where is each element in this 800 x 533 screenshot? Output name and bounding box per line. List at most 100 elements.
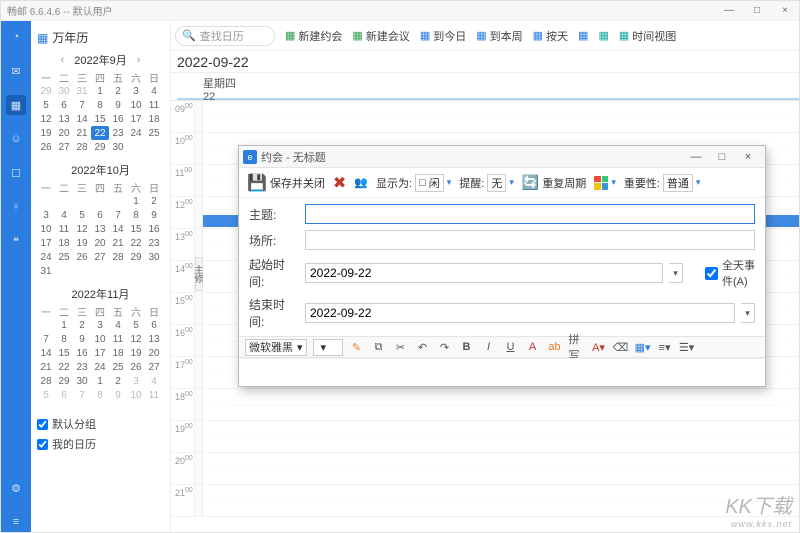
day-cell[interactable]: 26 [127,360,145,374]
day-cell[interactable]: 6 [55,388,73,402]
save-close-button[interactable]: 💾保存并关闭 [247,173,325,193]
list-icon[interactable]: ☰▾ [679,339,695,355]
day-cell[interactable]: 11 [109,332,127,346]
fontcolor2-icon[interactable]: A▾ [591,339,607,355]
day-cell[interactable]: 11 [55,222,73,236]
day-cell[interactable]: 14 [109,222,127,236]
day-cell[interactable]: 21 [73,126,91,140]
view-opt1-button[interactable]: ▦ [578,29,588,42]
day-cell[interactable]: 4 [109,318,127,332]
day-cell[interactable]: 24 [127,126,145,140]
day-cell[interactable]: 1 [91,374,109,388]
day-cell[interactable]: 29 [91,140,109,154]
day-cell[interactable]: 24 [91,360,109,374]
day-cell[interactable]: 9 [73,332,91,346]
quote-icon[interactable]: ❝ [6,231,26,251]
copy-icon[interactable]: ⧉ [371,339,387,355]
search-input[interactable]: 🔍 查找日历 [175,26,275,46]
day-cell[interactable]: 9 [109,388,127,402]
day-cell[interactable]: 22 [127,236,145,250]
day-cell[interactable]: 8 [91,98,109,112]
redo-icon[interactable]: ↷ [437,339,453,355]
day-cell[interactable]: 9 [109,98,127,112]
day-cell[interactable]: 7 [73,98,91,112]
tasks-icon[interactable]: ☐ [6,163,26,183]
day-cell[interactable]: 8 [127,208,145,222]
settings-icon[interactable]: ⚙ [6,478,26,498]
day-cell[interactable]: 20 [91,236,109,250]
italic-icon[interactable]: I [481,339,497,355]
contacts-icon[interactable]: ◔ [6,27,26,47]
undo-icon[interactable]: ↶ [415,339,431,355]
day-cell[interactable]: 11 [145,388,163,402]
day-cell[interactable]: 6 [145,318,163,332]
table-icon[interactable]: ▦▾ [635,339,651,355]
fontsize-select[interactable]: ▾ [313,339,343,356]
day-cell[interactable]: 27 [145,360,163,374]
show-as-select[interactable]: 显示为: □闲 ▾ [376,174,451,192]
format-brush-icon[interactable]: ✎ [349,339,365,355]
day-cell[interactable]: 26 [37,140,55,154]
my-calendar-check[interactable]: 我的日历 [37,436,164,452]
all-day-check[interactable]: 全天事件(A) [705,257,755,289]
day-cell[interactable]: 14 [37,346,55,360]
day-cell[interactable]: 7 [73,388,91,402]
spellcheck-button[interactable]: 拼写 [569,339,585,355]
subject-input[interactable] [305,204,755,224]
day-cell[interactable]: 8 [91,388,109,402]
time-row[interactable]: 1900 [171,421,799,453]
day-cell[interactable]: 3 [127,374,145,388]
day-cell[interactable]: 19 [127,346,145,360]
by-day-button[interactable]: ▦按天 [533,28,568,44]
month-next[interactable]: › [137,54,141,66]
close-button[interactable]: × [771,2,799,20]
day-cell[interactable]: 2 [73,318,91,332]
day-cell[interactable]: 10 [127,388,145,402]
dialog-maximize-button[interactable]: □ [709,147,735,167]
day-cell[interactable]: 25 [55,250,73,264]
place-input[interactable] [305,230,755,250]
day-cell[interactable]: 5 [73,208,91,222]
day-cell[interactable]: 29 [55,374,73,388]
calendar-icon[interactable]: ▦ [6,95,26,115]
repeat-button[interactable]: 🔄重复周期 [522,174,586,191]
day-cell[interactable]: 19 [37,126,55,140]
month-prev[interactable]: ‹ [61,54,65,66]
day-cell[interactable]: 22 [91,126,109,140]
day-cell[interactable]: 26 [73,250,91,264]
cut-icon[interactable]: ✂ [393,339,409,355]
day-cell[interactable]: 12 [127,332,145,346]
day-cell[interactable]: 7 [109,208,127,222]
day-cell[interactable]: 21 [37,360,55,374]
day-cell[interactable]: 3 [37,208,55,222]
day-cell[interactable]: 18 [109,346,127,360]
day-cell[interactable]: 2 [145,194,163,208]
day-cell[interactable]: 13 [91,222,109,236]
time-row[interactable]: 2000 [171,453,799,485]
new-appointment-button[interactable]: ▦新建约会 [285,28,342,44]
highlight-icon[interactable]: ab [547,339,563,355]
day-cell[interactable]: 5 [37,388,55,402]
day-cell[interactable]: 29 [127,250,145,264]
view-opt2-button[interactable]: ▦ [598,29,608,42]
day-cell[interactable]: 17 [37,236,55,250]
this-week-button[interactable]: ▦到本周 [476,28,522,44]
people-icon[interactable]: ☺ [6,129,26,149]
day-cell[interactable]: 18 [145,112,163,126]
mail-icon[interactable]: ✉ [6,61,26,81]
day-cell[interactable]: 23 [73,360,91,374]
day-cell[interactable]: 30 [73,374,91,388]
underline-icon[interactable]: U [503,339,519,355]
day-cell[interactable]: 11 [145,98,163,112]
menu-icon[interactable]: ≡ [6,512,26,532]
day-cell[interactable]: 10 [37,222,55,236]
day-cell[interactable]: 19 [73,236,91,250]
font-color-icon[interactable]: A [525,339,541,355]
day-cell[interactable]: 30 [109,140,127,154]
day-cell[interactable]: 30 [145,250,163,264]
day-cell[interactable]: 27 [55,140,73,154]
category-button[interactable]: ▾ [594,176,616,190]
day-cell[interactable]: 16 [73,346,91,360]
day-cell[interactable]: 17 [127,112,145,126]
day-cell[interactable]: 31 [73,84,91,98]
